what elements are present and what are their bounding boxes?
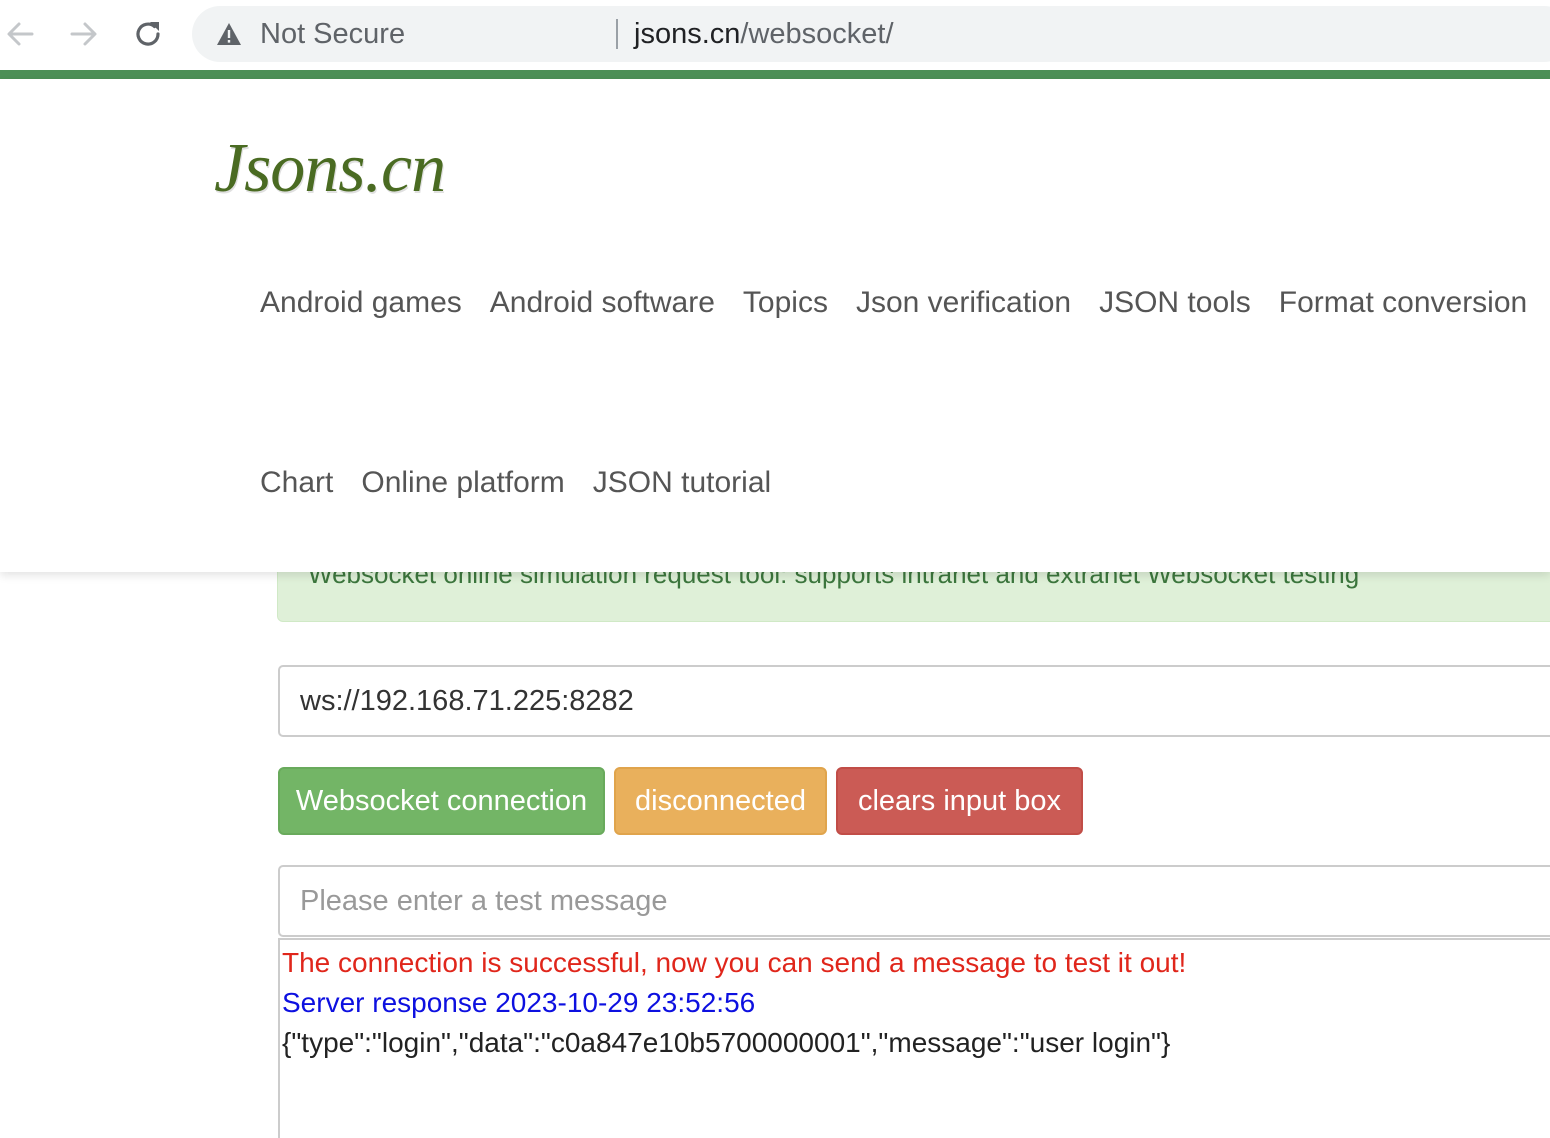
nav-format-conversion[interactable]: Format conversion	[1279, 285, 1527, 321]
main-nav-row-2: Chart Online platform JSON tutorial	[260, 465, 771, 501]
nav-chart[interactable]: Chart	[260, 465, 333, 501]
message-log[interactable]: The connection is successful, now you ca…	[278, 938, 1550, 1138]
arrow-right-icon	[70, 22, 97, 46]
disconnect-button[interactable]: disconnected	[614, 767, 827, 835]
security-label[interactable]: Not Secure	[260, 17, 405, 51]
warning-icon[interactable]	[216, 22, 242, 46]
main-nav-row-1: Android games Android software Topics Js…	[260, 285, 1550, 321]
url-path: /websocket/	[740, 18, 894, 50]
nav-topics[interactable]: Topics	[743, 285, 828, 321]
address-bar[interactable]: Not Secure jsons.cn/websocket/	[192, 6, 1550, 62]
nav-android-games[interactable]: Android games	[260, 285, 462, 321]
test-message-input[interactable]	[278, 865, 1550, 937]
header-accent-strip	[0, 70, 1550, 79]
nav-android-software[interactable]: Android software	[490, 285, 715, 321]
log-connection-success: The connection is successful, now you ca…	[282, 947, 1187, 978]
back-button[interactable]	[0, 14, 40, 54]
websocket-connect-button[interactable]: Websocket connection	[278, 767, 605, 835]
log-json-payload: {"type":"login","data":"c0a847e10b570000…	[282, 1027, 1171, 1058]
nav-json-tools[interactable]: JSON tools	[1099, 285, 1251, 321]
reload-icon	[136, 22, 160, 46]
site-header: Jsons.cn Android games Android software …	[0, 79, 1550, 572]
url-host: jsons.cn	[634, 18, 741, 50]
browser-toolbar: Not Secure jsons.cn/websocket/	[0, 0, 1550, 70]
url-text[interactable]: jsons.cn/websocket/	[634, 17, 894, 51]
reload-button[interactable]	[128, 14, 168, 54]
arrow-left-icon	[7, 22, 34, 46]
nav-json-tutorial[interactable]: JSON tutorial	[593, 465, 771, 501]
site-logo[interactable]: Jsons.cn	[214, 129, 446, 209]
log-server-response: Server response 2023-10-29 23:52:56	[282, 987, 756, 1018]
websocket-url-input[interactable]	[278, 665, 1550, 737]
forward-button[interactable]	[64, 14, 104, 54]
clear-input-button[interactable]: clears input box	[836, 767, 1083, 835]
nav-json-verification[interactable]: Json verification	[856, 285, 1071, 321]
nav-online-platform[interactable]: Online platform	[361, 465, 564, 501]
omnibox-divider	[616, 19, 618, 49]
